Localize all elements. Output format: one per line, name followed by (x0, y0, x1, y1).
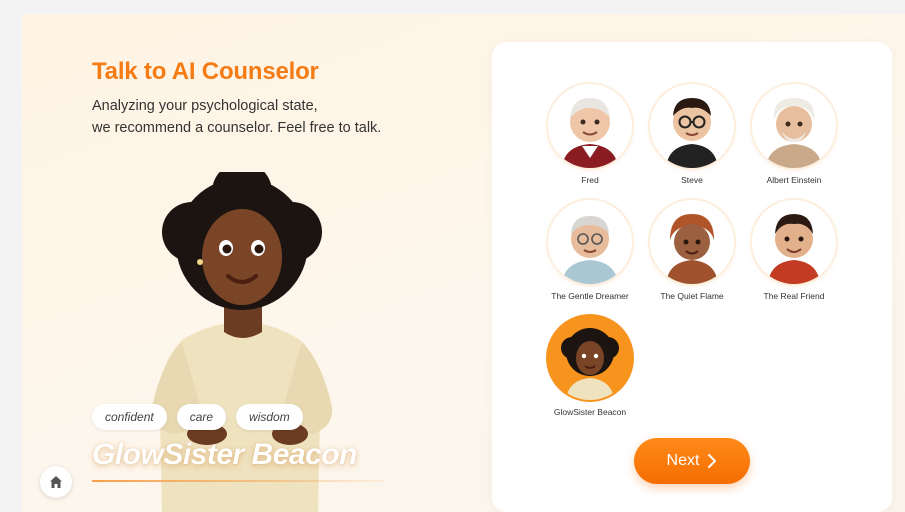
page-title: Talk to AI Counselor (92, 58, 319, 85)
next-button-label: Next (666, 452, 700, 469)
avatar (752, 84, 836, 168)
home-icon (50, 476, 62, 488)
tag-confident: confident (92, 404, 167, 430)
the-gentle-dreamer-portrait-icon (562, 216, 618, 284)
tag-care: care (176, 404, 227, 430)
counselor-selection-card: Fred Steve Albert Einstein The Gentle Dr… (492, 42, 892, 512)
counselor-option-the-real-friend[interactable]: The Real Friend (742, 200, 846, 301)
avatar (548, 84, 632, 168)
subtitle-line-1: Analyzing your psychological state, (92, 98, 318, 114)
glowsister-beacon-portrait-icon (561, 328, 619, 400)
counselor-name: GlowSister Beacon (553, 407, 627, 417)
steve-portrait-icon (666, 98, 718, 168)
next-button[interactable]: Next (634, 438, 750, 484)
counselor-option-albert-einstein[interactable]: Albert Einstein (742, 84, 846, 185)
counselor-option-fred[interactable]: Fred (538, 84, 642, 185)
home-button[interactable] (40, 466, 72, 498)
the-real-friend-portrait-icon (768, 214, 820, 284)
subtitle: Analyzing your psychological state, we r… (92, 95, 452, 139)
avatar (650, 200, 734, 284)
avatar (548, 316, 632, 400)
counselor-name: Fred (581, 175, 599, 185)
albert-einstein-portrait-icon (766, 98, 822, 168)
fred-portrait-icon (562, 98, 618, 168)
hero-counselor-name: GlowSister Beacon (92, 438, 357, 471)
hero-tags: confident care wisdom (92, 404, 303, 430)
counselor-name: The Quiet Flame (660, 291, 724, 301)
counselor-name: The Gentle Dreamer (551, 291, 629, 301)
hero-name-underline (92, 480, 384, 482)
avatar (548, 200, 632, 284)
counselor-name: Albert Einstein (766, 175, 822, 185)
counselor-option-glowsister-beacon[interactable]: GlowSister Beacon (538, 316, 642, 417)
counselor-option-the-quiet-flame[interactable]: The Quiet Flame (640, 200, 744, 301)
counselor-name: Steve (681, 175, 703, 185)
avatar (650, 84, 734, 168)
app-frame: Talk to AI Counselor Analyzing your psyc… (22, 14, 905, 512)
hero-panel: Talk to AI Counselor Analyzing your psyc… (22, 14, 492, 512)
the-quiet-flame-portrait-icon (666, 214, 718, 284)
chevron-right-icon (708, 454, 717, 468)
counselor-name: The Real Friend (763, 291, 825, 301)
tag-wisdom: wisdom (236, 404, 303, 430)
avatar (752, 200, 836, 284)
counselor-option-steve[interactable]: Steve (640, 84, 744, 185)
subtitle-line-2: we recommend a counselor. Feel free to t… (92, 120, 382, 136)
counselor-option-the-gentle-dreamer[interactable]: The Gentle Dreamer (538, 200, 642, 301)
